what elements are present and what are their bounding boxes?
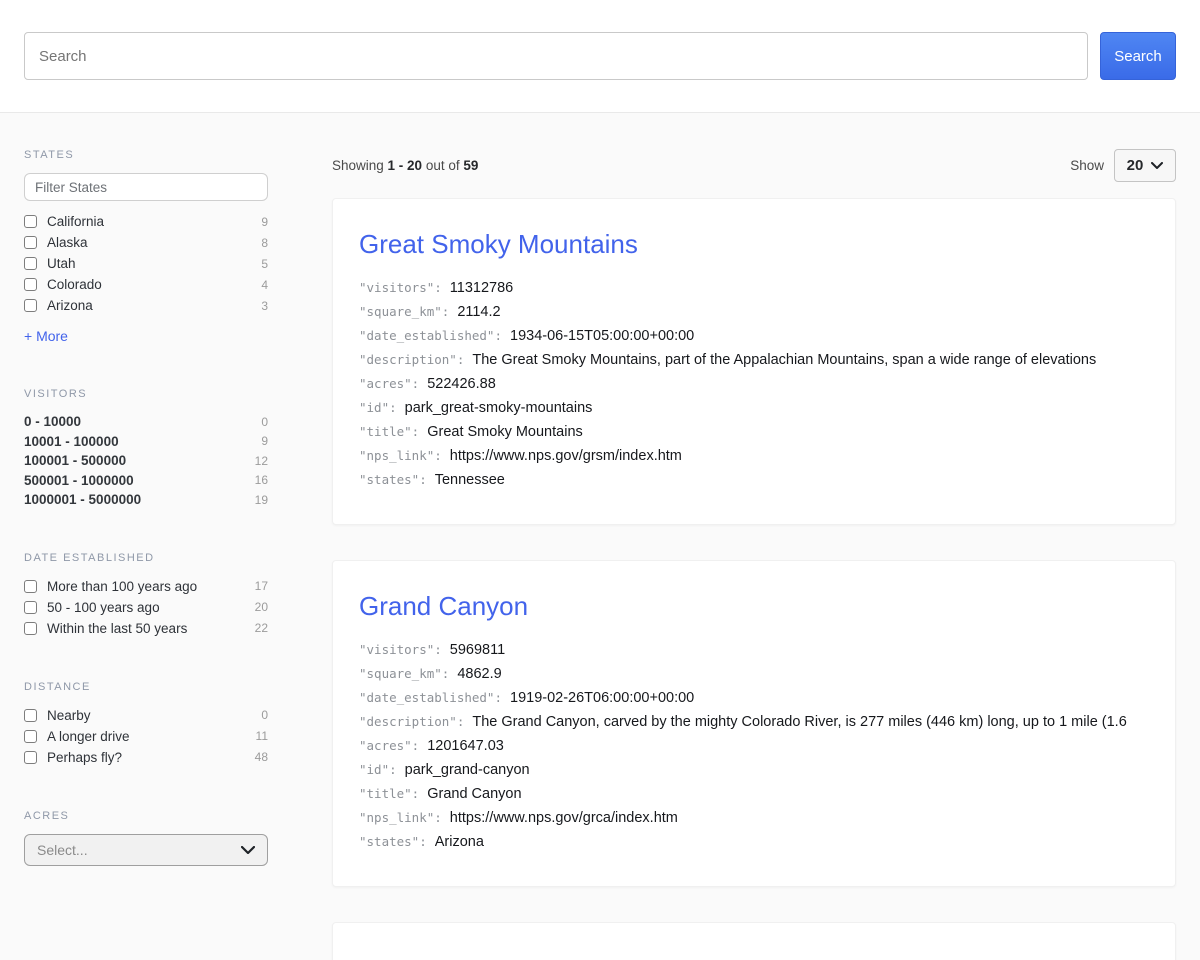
field-states: "states": Arizona bbox=[359, 834, 1149, 858]
results-range: 1 - 20 bbox=[388, 158, 423, 173]
facet-count: 22 bbox=[255, 621, 268, 635]
facet-title-visitors: VISITORS bbox=[24, 388, 268, 400]
chevron-down-icon bbox=[241, 846, 255, 854]
chevron-down-icon bbox=[1151, 162, 1163, 169]
facet-count: 3 bbox=[261, 299, 268, 313]
visitors-range-1000001-5000000[interactable]: 1000001 - 5000000 19 bbox=[24, 490, 268, 510]
facet-section-visitors: VISITORS 0 - 10000 0 10001 - 100000 9 10… bbox=[24, 388, 268, 510]
checkbox-icon[interactable] bbox=[24, 299, 37, 312]
facet-title-acres: ACRES bbox=[24, 810, 268, 822]
facet-section-acres: ACRES Select... bbox=[24, 810, 268, 866]
facet-option-colorado[interactable]: Colorado 4 bbox=[24, 274, 268, 295]
field-nps-link: "nps_link": https://www.nps.gov/grca/ind… bbox=[359, 810, 1149, 834]
facet-option-california[interactable]: California 9 bbox=[24, 211, 268, 232]
facet-title-states: STATES bbox=[24, 149, 268, 161]
visitors-range-0-10000[interactable]: 0 - 10000 0 bbox=[24, 412, 268, 432]
content-area: STATES California 9 Alaska 8 Utah 5 Colo… bbox=[0, 113, 1200, 960]
result-title-link[interactable]: Grand Canyon bbox=[359, 591, 1149, 622]
field-square-km: "square_km": 2114.2 bbox=[359, 304, 1149, 328]
states-more-link[interactable]: + More bbox=[24, 328, 68, 344]
field-description: "description": The Grand Canyon, carved … bbox=[359, 714, 1149, 738]
field-nps-link: "nps_link": https://www.nps.gov/grsm/ind… bbox=[359, 448, 1149, 472]
checkbox-icon[interactable] bbox=[24, 580, 37, 593]
result-card: Great Smoky Mountains "visitors": 113127… bbox=[332, 198, 1176, 525]
show-label: Show bbox=[1070, 158, 1104, 173]
facet-option-within-last-50-years[interactable]: Within the last 50 years 22 bbox=[24, 618, 268, 639]
facet-count: 12 bbox=[255, 454, 268, 468]
result-title-link[interactable]: Great Smoky Mountains bbox=[359, 229, 1149, 260]
visitors-range-500001-1000000[interactable]: 500001 - 1000000 16 bbox=[24, 471, 268, 491]
facet-option-a-longer-drive[interactable]: A longer drive 11 bbox=[24, 726, 268, 747]
checkbox-icon[interactable] bbox=[24, 601, 37, 614]
field-date-established: "date_established": 1919-02-26T06:00:00+… bbox=[359, 690, 1149, 714]
facet-count: 11 bbox=[256, 729, 268, 743]
field-visitors: "visitors": 11312786 bbox=[359, 280, 1149, 304]
checkbox-icon[interactable] bbox=[24, 215, 37, 228]
field-acres: "acres": 1201647.03 bbox=[359, 738, 1149, 762]
filter-states-input[interactable] bbox=[24, 173, 268, 201]
facet-count: 19 bbox=[255, 493, 268, 507]
facet-count: 0 bbox=[261, 708, 268, 722]
results-header: Showing 1 - 20 out of 59 Show 20 bbox=[332, 149, 1176, 182]
facet-option-50-100-years[interactable]: 50 - 100 years ago 20 bbox=[24, 597, 268, 618]
facet-section-distance: DISTANCE Nearby 0 A longer drive 11 Perh… bbox=[24, 681, 268, 768]
facet-option-alaska[interactable]: Alaska 8 bbox=[24, 232, 268, 253]
checkbox-icon[interactable] bbox=[24, 622, 37, 635]
results-count-text: Showing 1 - 20 out of 59 bbox=[332, 158, 478, 173]
facet-section-date-established: DATE ESTABLISHED More than 100 years ago… bbox=[24, 552, 268, 639]
facet-count: 17 bbox=[255, 579, 268, 593]
search-button[interactable]: Search bbox=[1100, 32, 1176, 80]
facet-option-more-than-100-years[interactable]: More than 100 years ago 17 bbox=[24, 576, 268, 597]
facet-count: 20 bbox=[255, 600, 268, 614]
facet-section-states: STATES California 9 Alaska 8 Utah 5 Colo… bbox=[24, 149, 268, 346]
facet-option-nearby[interactable]: Nearby 0 bbox=[24, 705, 268, 726]
checkbox-icon[interactable] bbox=[24, 709, 37, 722]
page-size-select[interactable]: 20 bbox=[1114, 149, 1176, 182]
visitors-range-10001-100000[interactable]: 10001 - 100000 9 bbox=[24, 432, 268, 452]
checkbox-icon[interactable] bbox=[24, 257, 37, 270]
field-id: "id": park_grand-canyon bbox=[359, 762, 1149, 786]
field-title: "title": Great Smoky Mountains bbox=[359, 424, 1149, 448]
facet-count: 5 bbox=[261, 257, 268, 271]
field-square-km: "square_km": 4862.9 bbox=[359, 666, 1149, 690]
facet-count: 4 bbox=[261, 278, 268, 292]
facet-option-utah[interactable]: Utah 5 bbox=[24, 253, 268, 274]
result-card: Grand Canyon "visitors": 5969811 "square… bbox=[332, 560, 1176, 887]
search-input[interactable] bbox=[24, 32, 1088, 80]
checkbox-icon[interactable] bbox=[24, 730, 37, 743]
result-card-partial bbox=[332, 922, 1176, 960]
facet-title-date-established: DATE ESTABLISHED bbox=[24, 552, 268, 564]
checkbox-icon[interactable] bbox=[24, 236, 37, 249]
acres-select[interactable]: Select... bbox=[24, 834, 268, 866]
facet-count: 8 bbox=[261, 236, 268, 250]
facet-count: 16 bbox=[255, 473, 268, 487]
facet-option-perhaps-fly[interactable]: Perhaps fly? 48 bbox=[24, 747, 268, 768]
field-date-established: "date_established": 1934-06-15T05:00:00+… bbox=[359, 328, 1149, 352]
checkbox-icon[interactable] bbox=[24, 751, 37, 764]
facet-title-distance: DISTANCE bbox=[24, 681, 268, 693]
facet-count: 0 bbox=[261, 415, 268, 429]
field-title: "title": Grand Canyon bbox=[359, 786, 1149, 810]
visitors-range-100001-500000[interactable]: 100001 - 500000 12 bbox=[24, 451, 268, 471]
field-visitors: "visitors": 5969811 bbox=[359, 642, 1149, 666]
facet-count: 9 bbox=[261, 434, 268, 448]
facet-sidebar: STATES California 9 Alaska 8 Utah 5 Colo… bbox=[24, 149, 268, 960]
checkbox-icon[interactable] bbox=[24, 278, 37, 291]
field-acres: "acres": 522426.88 bbox=[359, 376, 1149, 400]
facet-count: 48 bbox=[255, 750, 268, 764]
field-description: "description": The Great Smoky Mountains… bbox=[359, 352, 1149, 376]
facet-option-arizona[interactable]: Arizona 3 bbox=[24, 295, 268, 316]
field-states: "states": Tennessee bbox=[359, 472, 1149, 496]
facet-count: 9 bbox=[261, 215, 268, 229]
field-id: "id": park_great-smoky-mountains bbox=[359, 400, 1149, 424]
results-panel: Showing 1 - 20 out of 59 Show 20 Great S… bbox=[332, 149, 1176, 960]
search-bar: Search bbox=[0, 0, 1200, 113]
results-total: 59 bbox=[463, 158, 478, 173]
